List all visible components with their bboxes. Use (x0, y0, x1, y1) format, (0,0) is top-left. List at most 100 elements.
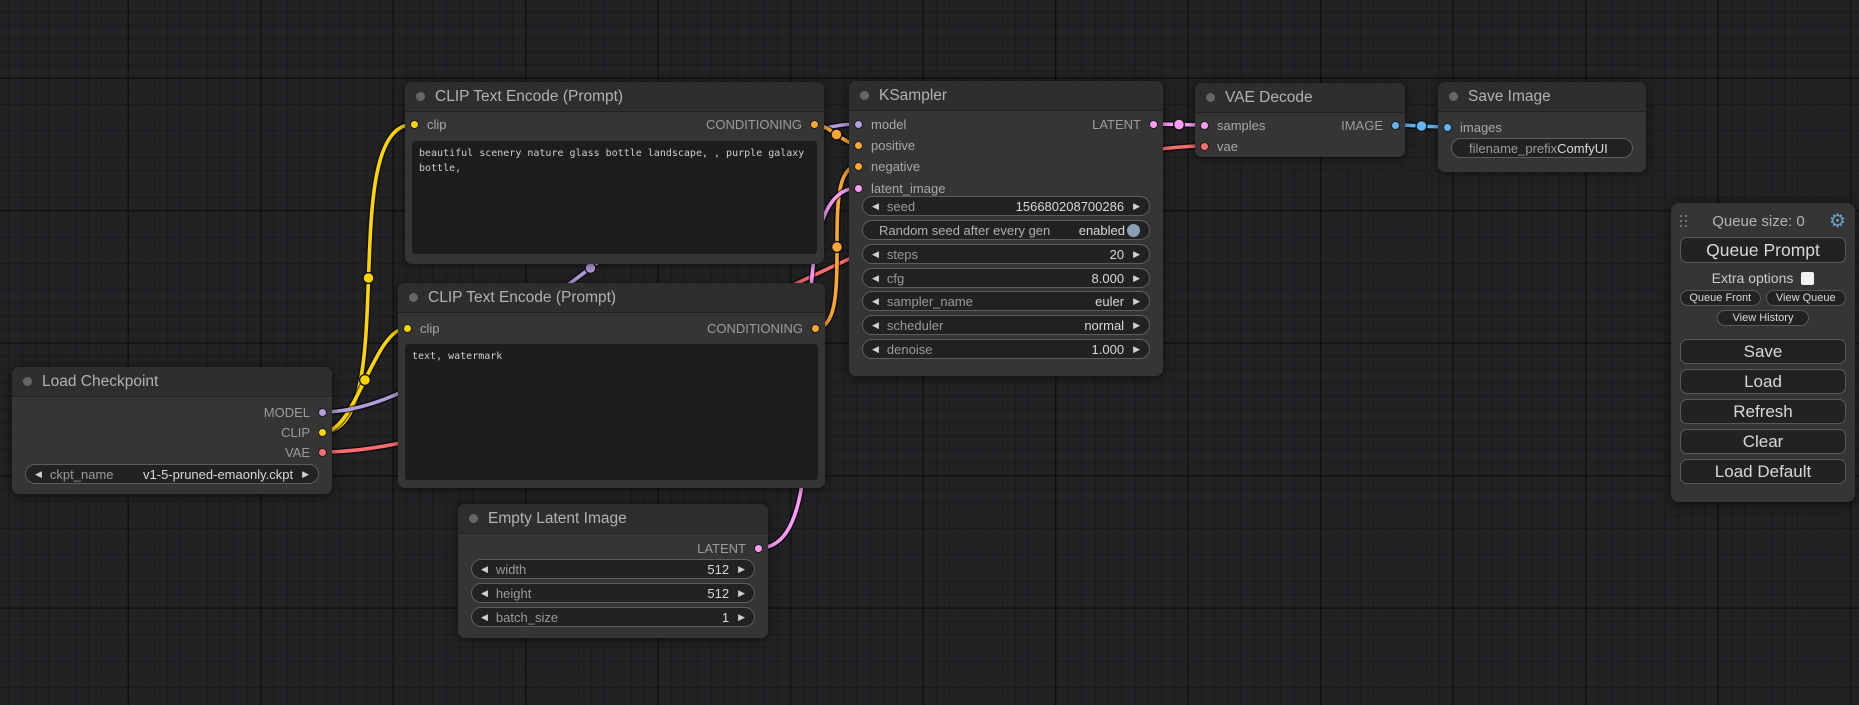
load-button[interactable]: Load (1680, 369, 1846, 394)
refresh-button[interactable]: Refresh (1680, 399, 1846, 424)
input-negative[interactable]: negative (854, 157, 920, 175)
input-samples[interactable]: samples (1200, 116, 1265, 134)
decrement-arrow-icon[interactable]: ◀ (35, 470, 42, 479)
input-clip[interactable]: clip (403, 319, 440, 337)
widget-width[interactable]: ◀width512▶ (471, 559, 755, 579)
increment-arrow-icon[interactable]: ▶ (1133, 321, 1140, 330)
node-title-bar[interactable]: Load Checkpoint (12, 367, 332, 397)
node-load-checkpoint[interactable]: Load CheckpointMODELCLIPVAE◀ckpt_namev1-… (12, 367, 332, 494)
output-latent[interactable]: LATENT (697, 539, 763, 557)
widget-scheduler[interactable]: ◀schedulernormal▶ (862, 315, 1150, 335)
decrement-arrow-icon[interactable]: ◀ (481, 613, 488, 622)
collapse-dot-icon[interactable] (1449, 92, 1458, 101)
extra-options-checkbox[interactable] (1801, 272, 1814, 285)
widget-filename-prefix[interactable]: filename_prefixComfyUI (1451, 138, 1633, 158)
node-clip-text-encode-negative[interactable]: CLIP Text Encode (Prompt) clip CONDITIONIN… (398, 283, 825, 488)
collapse-dot-icon[interactable] (409, 293, 418, 302)
node-title-bar[interactable]: Save Image (1438, 82, 1646, 112)
queue-front-button[interactable]: Queue Front (1680, 290, 1761, 306)
view-history-button[interactable]: View History (1717, 310, 1810, 326)
widget-denoise[interactable]: ◀denoise1.000▶ (862, 339, 1150, 359)
clip-input-port-icon[interactable] (410, 120, 419, 129)
save-button[interactable]: Save (1680, 339, 1846, 364)
vae-output-port-icon[interactable] (318, 448, 327, 457)
increment-arrow-icon[interactable]: ▶ (1133, 345, 1140, 354)
input-images[interactable]: images (1443, 118, 1502, 136)
output-image[interactable]: IMAGE (1341, 116, 1400, 134)
decrement-arrow-icon[interactable]: ◀ (872, 345, 879, 354)
node-empty-latent-image[interactable]: Empty Latent Image LATENT ◀width512▶ ◀heigh… (458, 504, 768, 638)
collapse-dot-icon[interactable] (1206, 93, 1215, 102)
increment-arrow-icon[interactable]: ▶ (1133, 202, 1140, 211)
output-model[interactable]: MODEL (264, 403, 327, 421)
collapse-dot-icon[interactable] (23, 377, 32, 386)
image-output-port-icon[interactable] (1391, 121, 1400, 130)
queue-prompt-button[interactable]: Queue Prompt (1680, 237, 1846, 263)
collapse-dot-icon[interactable] (860, 91, 869, 100)
clip-input-port-icon[interactable] (403, 324, 412, 333)
prompt-textarea[interactable]: beautiful scenery nature glass bottle la… (412, 141, 817, 254)
collapse-dot-icon[interactable] (416, 92, 425, 101)
increment-arrow-icon[interactable]: ▶ (738, 589, 745, 598)
widget-height[interactable]: ◀height512▶ (471, 583, 755, 603)
increment-arrow-icon[interactable]: ▶ (738, 613, 745, 622)
node-title-bar[interactable]: CLIP Text Encode (Prompt) (398, 283, 825, 313)
toggle-icon[interactable] (1127, 224, 1140, 237)
node-title-bar[interactable]: CLIP Text Encode (Prompt) (405, 82, 824, 112)
output-latent[interactable]: LATENT (1092, 115, 1158, 133)
load-default-button[interactable]: Load Default (1680, 459, 1846, 484)
latent-image-input-port-icon[interactable] (854, 184, 863, 193)
increment-arrow-icon[interactable]: ▶ (302, 470, 309, 479)
conditioning-output-port-icon[interactable] (810, 120, 819, 129)
node-vae-decode[interactable]: VAE Decode samples vae IMAGE (1195, 83, 1405, 157)
decrement-arrow-icon[interactable]: ◀ (872, 321, 879, 330)
samples-input-port-icon[interactable] (1200, 121, 1209, 130)
decrement-arrow-icon[interactable]: ◀ (872, 274, 879, 283)
input-positive[interactable]: positive (854, 136, 915, 154)
node-title-bar[interactable]: KSampler (849, 81, 1163, 111)
conditioning-output-port-icon[interactable] (811, 324, 820, 333)
node-title-bar[interactable]: Empty Latent Image (458, 504, 768, 534)
decrement-arrow-icon[interactable]: ◀ (481, 589, 488, 598)
increment-arrow-icon[interactable]: ▶ (1133, 274, 1140, 283)
decrement-arrow-icon[interactable]: ◀ (481, 565, 488, 574)
prompt-textarea[interactable]: text, watermark (405, 344, 818, 480)
node-clip-text-encode-positive[interactable]: CLIP Text Encode (Prompt) clip CONDITIONIN… (405, 82, 824, 264)
widget-cfg[interactable]: ◀cfg8.000▶ (862, 268, 1150, 288)
widget-seed[interactable]: ◀seed156680208700286▶ (862, 196, 1150, 216)
input-clip[interactable]: clip (410, 115, 447, 133)
widget-random-seed-after-every-gen[interactable]: Random seed after every genenabled (862, 220, 1150, 240)
decrement-arrow-icon[interactable]: ◀ (872, 297, 879, 306)
output-clip[interactable]: CLIP (281, 423, 327, 441)
node-title-bar[interactable]: VAE Decode (1195, 83, 1405, 113)
decrement-arrow-icon[interactable]: ◀ (872, 202, 879, 211)
output-conditioning[interactable]: CONDITIONING (706, 115, 819, 133)
positive-input-port-icon[interactable] (854, 141, 863, 150)
increment-arrow-icon[interactable]: ▶ (738, 565, 745, 574)
view-queue-button[interactable]: View Queue (1766, 290, 1847, 306)
drag-handle-icon[interactable] (1680, 215, 1688, 228)
decrement-arrow-icon[interactable]: ◀ (872, 250, 879, 259)
negative-input-port-icon[interactable] (854, 162, 863, 171)
widget-batch-size[interactable]: ◀batch_size1▶ (471, 607, 755, 627)
clear-button[interactable]: Clear (1680, 429, 1846, 454)
collapse-dot-icon[interactable] (469, 514, 478, 523)
model-input-port-icon[interactable] (854, 120, 863, 129)
input-model[interactable]: model (854, 115, 906, 133)
widget-ckpt-name[interactable]: ◀ckpt_namev1-5-pruned-emaonly.ckpt▶ (25, 464, 319, 484)
widget-sampler-name[interactable]: ◀sampler_nameeuler▶ (862, 291, 1150, 311)
node-ksampler[interactable]: KSampler model positive negative latent_imag… (849, 81, 1163, 376)
widget-steps[interactable]: ◀steps20▶ (862, 244, 1150, 264)
comfyui-canvas[interactable]: { "icons": { "left_arrow": "◀", "right_a… (0, 0, 1859, 705)
increment-arrow-icon[interactable]: ▶ (1133, 297, 1140, 306)
input-latent-image[interactable]: latent_image (854, 179, 945, 197)
latent-output-port-icon[interactable] (1149, 120, 1158, 129)
node-save-image[interactable]: Save Image images filename_prefixComfyUI (1438, 82, 1646, 172)
clip-output-port-icon[interactable] (318, 428, 327, 437)
vae-input-port-icon[interactable] (1200, 142, 1209, 151)
input-vae[interactable]: vae (1200, 137, 1238, 155)
images-input-port-icon[interactable] (1443, 123, 1452, 132)
model-output-port-icon[interactable] (318, 408, 327, 417)
increment-arrow-icon[interactable]: ▶ (1133, 250, 1140, 259)
output-conditioning[interactable]: CONDITIONING (707, 319, 820, 337)
